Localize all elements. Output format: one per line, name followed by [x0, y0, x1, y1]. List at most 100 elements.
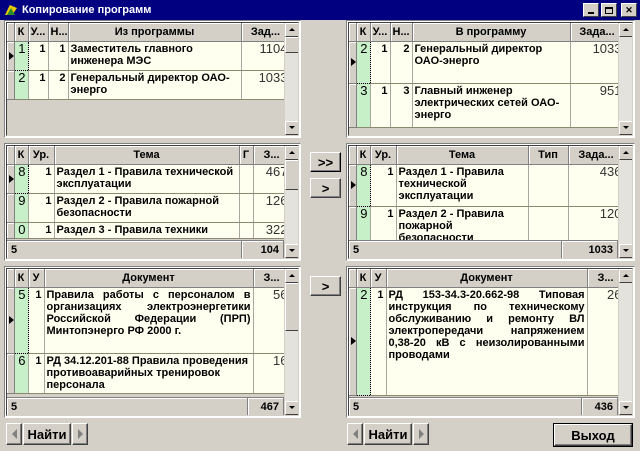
cell-name[interactable]: Главный инженер электрических сетей ОАО-…: [412, 83, 571, 128]
cell-index[interactable]: 9: [14, 193, 29, 223]
table-row[interactable]: 0 1 Раздел 3 - Правила техники 322: [7, 222, 291, 239]
header-type[interactable]: Тип: [528, 146, 569, 165]
source-document-grid[interactable]: К У Документ З... 5 1 Правила работы с п…: [4, 266, 301, 418]
header-task[interactable]: Зад...: [241, 23, 291, 42]
cell-level[interactable]: 1: [28, 41, 49, 71]
vertical-scrollbar[interactable]: [284, 146, 298, 258]
scroll-thumb[interactable]: [285, 283, 298, 331]
cell-name[interactable]: Правила работы с персоналом в организаци…: [44, 287, 254, 354]
header-k[interactable]: К: [14, 146, 29, 165]
cell-name[interactable]: Генеральный директор ОАО-энерго: [412, 41, 571, 84]
header-to-program[interactable]: В программу: [412, 23, 571, 42]
cell-name[interactable]: Раздел 3 - Правила техники: [54, 222, 240, 239]
find-left-button[interactable]: Найти: [23, 423, 71, 445]
cell-name[interactable]: Раздел 2 - Правила пожарной безопасности: [54, 193, 240, 223]
cell-name[interactable]: Раздел 1 - Правила технической эксплуата…: [396, 164, 529, 207]
cell-name[interactable]: Генеральный директор ОАО-энерго: [68, 70, 242, 100]
cell-type[interactable]: [239, 222, 254, 239]
copy-document-button[interactable]: >: [310, 276, 341, 296]
header-document[interactable]: Документ: [44, 269, 254, 288]
header-k[interactable]: К: [356, 23, 371, 42]
scroll-down-button[interactable]: [619, 244, 632, 258]
scroll-up-button[interactable]: [619, 269, 632, 283]
cell-index[interactable]: 3: [356, 83, 371, 128]
cell-level[interactable]: 1: [370, 83, 391, 128]
cell-level[interactable]: 1: [28, 353, 45, 394]
header-type[interactable]: Г: [239, 146, 254, 165]
vertical-scrollbar[interactable]: [284, 269, 298, 415]
cell-name[interactable]: Заместитель главного инженера МЭС: [68, 41, 242, 71]
find-prev-right-button[interactable]: [347, 423, 363, 445]
cell-name[interactable]: РД 34.12.201-88 Правила проведения проти…: [44, 353, 254, 394]
scroll-down-button[interactable]: [619, 121, 632, 135]
scroll-down-button[interactable]: [285, 244, 298, 258]
header-k[interactable]: К: [356, 269, 371, 288]
close-button[interactable]: ✕: [621, 3, 637, 17]
header-u[interactable]: У...: [370, 23, 391, 42]
cell-level[interactable]: 1: [370, 287, 387, 396]
cell-value[interactable]: 1104: [241, 41, 291, 71]
cell-index[interactable]: 1: [13, 40, 29, 71]
cell-level[interactable]: 1: [370, 164, 397, 207]
find-prev-left-button[interactable]: [6, 423, 22, 445]
scroll-up-button[interactable]: [619, 23, 632, 37]
header-task[interactable]: Зада...: [568, 146, 625, 165]
header-topic[interactable]: Тема: [396, 146, 529, 165]
header-k[interactable]: К: [356, 146, 371, 165]
table-row[interactable]: 8 1 Раздел 1 - Правила технической экспл…: [349, 163, 625, 207]
cell-index[interactable]: 2: [14, 70, 29, 100]
cell-index[interactable]: 0: [14, 222, 29, 239]
header-level[interactable]: Ур.: [28, 146, 55, 165]
cell-type[interactable]: [239, 164, 254, 194]
find-next-left-button[interactable]: [72, 423, 88, 445]
header-u[interactable]: У: [28, 269, 45, 288]
table-row[interactable]: 2 1 2 Генеральный директор ОАО-энерго 10…: [349, 40, 625, 84]
find-right-button[interactable]: Найти: [364, 423, 412, 445]
table-row[interactable]: 5 1 Правила работы с персоналом в органи…: [7, 286, 291, 354]
table-row[interactable]: 1 1 1 Заместитель главного инженера МЭС …: [7, 40, 291, 71]
scroll-up-button[interactable]: [285, 146, 298, 160]
header-n[interactable]: Н...: [390, 23, 413, 42]
scroll-down-button[interactable]: [285, 121, 298, 135]
cell-name[interactable]: РД 153-34.3-20.662-98 Типовая инструкция…: [386, 287, 588, 396]
cell-level[interactable]: 1: [28, 287, 45, 354]
vertical-scrollbar[interactable]: [618, 269, 632, 415]
target-document-grid[interactable]: К У Документ З... 2 1 РД 153-34.3-20.662…: [346, 266, 635, 418]
cell-index[interactable]: 8: [13, 163, 29, 194]
vertical-scrollbar[interactable]: [618, 146, 632, 258]
cell-value[interactable]: 1033: [241, 70, 291, 100]
header-task[interactable]: Зада...: [570, 23, 625, 42]
source-program-grid[interactable]: К У... Н... Из программы Зад... 1 1 1 За…: [4, 20, 301, 138]
scroll-down-button[interactable]: [285, 401, 298, 415]
scroll-down-button[interactable]: [619, 401, 632, 415]
vertical-scrollbar[interactable]: [618, 23, 632, 135]
cell-index[interactable]: 6: [14, 353, 29, 394]
cell-value[interactable]: 951: [570, 83, 625, 128]
cell-type[interactable]: [239, 193, 254, 223]
scroll-up-button[interactable]: [285, 23, 298, 37]
table-row[interactable]: 2 1 РД 153-34.3-20.662-98 Типовая инстру…: [349, 286, 625, 396]
cell-index[interactable]: 2: [355, 40, 371, 84]
table-row[interactable]: 6 1 РД 34.12.201-88 Правила проведения п…: [7, 353, 291, 394]
cell-value[interactable]: 436: [568, 164, 625, 207]
cell-level[interactable]: 1: [28, 193, 55, 223]
find-next-right-button[interactable]: [413, 423, 429, 445]
header-from-program[interactable]: Из программы: [68, 23, 242, 42]
vertical-scrollbar[interactable]: [284, 23, 298, 135]
cell-name[interactable]: Раздел 1 - Правила технической эксплуата…: [54, 164, 240, 194]
header-n[interactable]: Н...: [48, 23, 69, 42]
scroll-up-button[interactable]: [619, 146, 632, 160]
target-topic-grid[interactable]: К Ур. Тема Тип Зада... 8 1 Раздел 1 - Пр…: [346, 143, 635, 261]
header-level[interactable]: Ур.: [370, 146, 397, 165]
scroll-thumb[interactable]: [285, 37, 298, 53]
cell-level[interactable]: 1: [28, 164, 55, 194]
cell-level[interactable]: 1: [28, 222, 55, 239]
header-topic[interactable]: Тема: [54, 146, 240, 165]
header-u[interactable]: У...: [28, 23, 49, 42]
cell-index[interactable]: 5: [13, 286, 29, 354]
exit-button[interactable]: Выход: [553, 423, 633, 447]
cell-number[interactable]: 2: [390, 41, 413, 84]
header-k[interactable]: К: [14, 269, 29, 288]
scroll-up-button[interactable]: [285, 269, 298, 283]
scroll-thumb[interactable]: [285, 160, 298, 190]
